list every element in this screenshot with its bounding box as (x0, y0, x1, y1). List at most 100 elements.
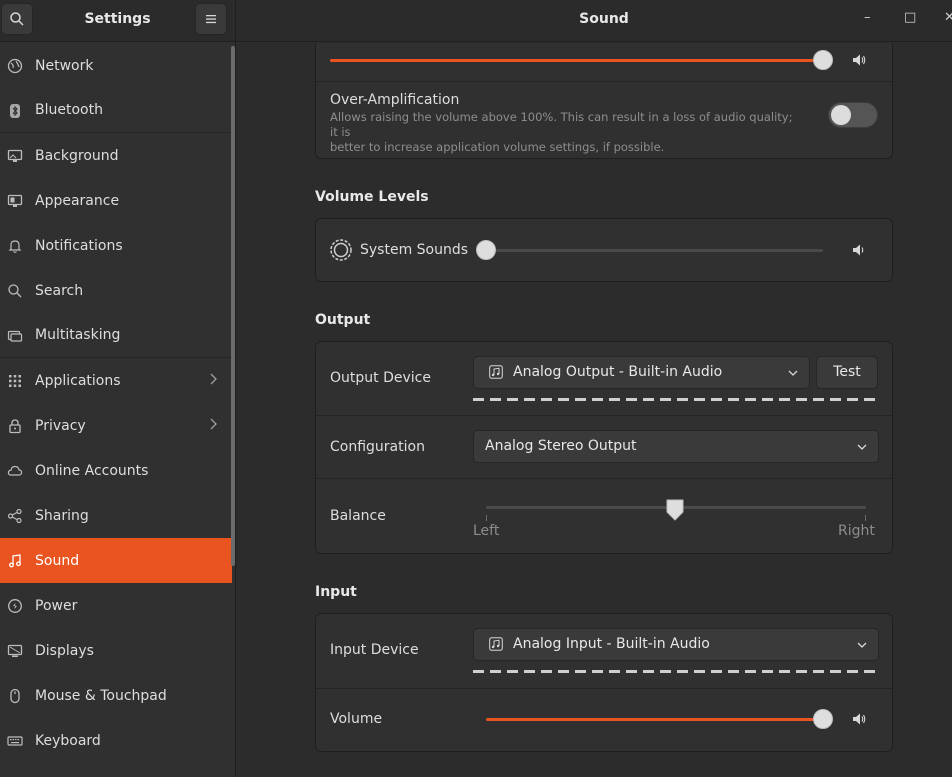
menu-button[interactable] (195, 3, 227, 35)
sidebar-item-sharing[interactable]: Sharing (0, 493, 232, 538)
grid-icon (6, 372, 24, 390)
sidebar-item-label: Background (35, 147, 119, 164)
sidebar-item-label: Notifications (35, 237, 123, 254)
sidebar-item-bluetooth[interactable]: Bluetooth (0, 88, 232, 133)
system-sounds-icon (330, 239, 352, 261)
input-device-value: Analog Input - Built-in Audio (513, 636, 710, 652)
over-amplification-label: Over-Amplification (330, 92, 460, 108)
multitasking-icon (6, 327, 24, 345)
sidebar: Settings Network Bluetooth Background Ap… (0, 0, 236, 777)
over-amplification-description-line1: Allows raising the volume above 100%. Th… (330, 110, 793, 139)
sidebar-item-appearance[interactable]: Appearance (0, 178, 232, 223)
balance-knob[interactable] (665, 498, 685, 522)
minimize-button[interactable]: – (864, 10, 871, 25)
sidebar-item-label: Search (35, 282, 84, 299)
chevron-right-icon (208, 372, 218, 390)
sound-content: Over-Amplification Allows raising the vo… (237, 43, 952, 777)
output-device-label: Output Device (330, 370, 431, 386)
slider-fill (330, 59, 823, 62)
sidebar-item-search[interactable]: Search (0, 268, 232, 313)
over-amplification-description: Allows raising the volume above 100%. Th… (330, 110, 800, 155)
row-divider (316, 81, 892, 82)
sidebar-item-privacy[interactable]: Privacy (0, 403, 232, 448)
slider-knob[interactable] (476, 240, 496, 260)
test-button[interactable]: Test (816, 356, 878, 389)
sidebar-item-multitasking[interactable]: Multitasking (0, 313, 232, 358)
sidebar-item-label: Sharing (35, 507, 89, 524)
lock-icon (6, 417, 24, 435)
maximize-button[interactable]: □ (904, 10, 916, 25)
system-sounds-label: System Sounds (360, 242, 469, 258)
balance-tick-left (486, 515, 487, 521)
row-divider (316, 478, 892, 479)
balance-tick-right (865, 515, 866, 521)
balance-label: Balance (330, 508, 386, 524)
output-title: Output (315, 312, 371, 328)
output-device-dropdown[interactable]: Analog Output - Built-in Audio (473, 356, 810, 389)
sidebar-item-online-accounts[interactable]: Online Accounts (0, 448, 232, 493)
over-amplification-description-line2: better to increase application volume se… (330, 140, 665, 154)
sidebar-item-mouse-touchpad[interactable]: Mouse & Touchpad (0, 673, 232, 718)
sidebar-scrollbar[interactable] (231, 46, 235, 566)
balance-right-label: Right (838, 523, 875, 539)
sidebar-item-displays[interactable]: Displays (0, 628, 232, 673)
sidebar-item-label: Multitasking (35, 327, 121, 343)
close-button[interactable]: ✕ (944, 10, 952, 25)
configuration-dropdown[interactable]: Analog Stereo Output (473, 430, 879, 463)
sidebar-item-network[interactable]: Network (0, 43, 232, 88)
sidebar-item-label: Bluetooth (35, 102, 103, 118)
volume-levels-panel: System Sounds (315, 218, 893, 282)
hamburger-icon (206, 15, 216, 24)
appearance-icon (6, 192, 24, 210)
sidebar-item-label: Keyboard (35, 732, 101, 749)
share-icon (6, 507, 24, 525)
configuration-label: Configuration (330, 439, 425, 455)
volume-panel: Over-Amplification Allows raising the vo… (315, 43, 893, 159)
sidebar-item-applications[interactable]: Applications (0, 358, 232, 403)
slider-knob[interactable] (813, 50, 833, 70)
music-note-icon (489, 637, 503, 651)
input-title: Input (315, 584, 357, 600)
input-volume-slider[interactable] (486, 718, 823, 721)
system-sounds-slider[interactable] (486, 249, 823, 252)
slider-fill (486, 718, 823, 721)
input-volume-label: Volume (330, 711, 383, 727)
row-divider (316, 688, 892, 689)
mouse-icon (6, 687, 24, 705)
keyboard-icon (6, 732, 24, 750)
bluetooth-icon (6, 102, 24, 120)
over-amplification-switch[interactable] (828, 102, 878, 128)
output-level-meter (473, 398, 879, 401)
sidebar-item-label: Applications (35, 372, 121, 389)
sidebar-item-label: Network (35, 57, 94, 74)
bell-icon (6, 237, 24, 255)
chevron-right-icon (208, 417, 218, 435)
sidebar-item-label: Privacy (35, 417, 86, 434)
slider-knob[interactable] (813, 709, 833, 729)
sidebar-item-power[interactable]: Power (0, 583, 232, 628)
balance-left-label: Left (473, 523, 500, 539)
cloud-icon (6, 462, 24, 480)
header-bar: Sound – □ ✕ (236, 0, 952, 42)
input-device-dropdown[interactable]: Analog Input - Built-in Audio (473, 628, 879, 661)
switch-knob (831, 105, 851, 125)
sidebar-item-notifications[interactable]: Notifications (0, 223, 232, 268)
music-note-icon (6, 552, 24, 570)
sidebar-item-sound[interactable]: Sound (0, 538, 232, 583)
input-level-meter (473, 670, 879, 673)
sidebar-item-background[interactable]: Background (0, 133, 232, 178)
sidebar-header: Settings (0, 0, 235, 42)
sidebar-list: Network Bluetooth Background Appearance … (0, 43, 232, 763)
sidebar-item-label: Online Accounts (35, 462, 149, 479)
speaker-icon (853, 713, 866, 725)
search-icon (6, 282, 24, 300)
sidebar-item-label: Sound (35, 552, 80, 569)
power-icon (6, 597, 24, 615)
sidebar-item-label: Displays (35, 642, 94, 659)
row-divider (316, 415, 892, 416)
chevron-down-icon (788, 370, 798, 376)
output-panel: Output Device Analog Output - Built-in A… (315, 341, 893, 554)
speaker-icon (853, 244, 864, 256)
sidebar-item-keyboard[interactable]: Keyboard (0, 718, 232, 763)
output-volume-slider[interactable] (330, 59, 823, 62)
